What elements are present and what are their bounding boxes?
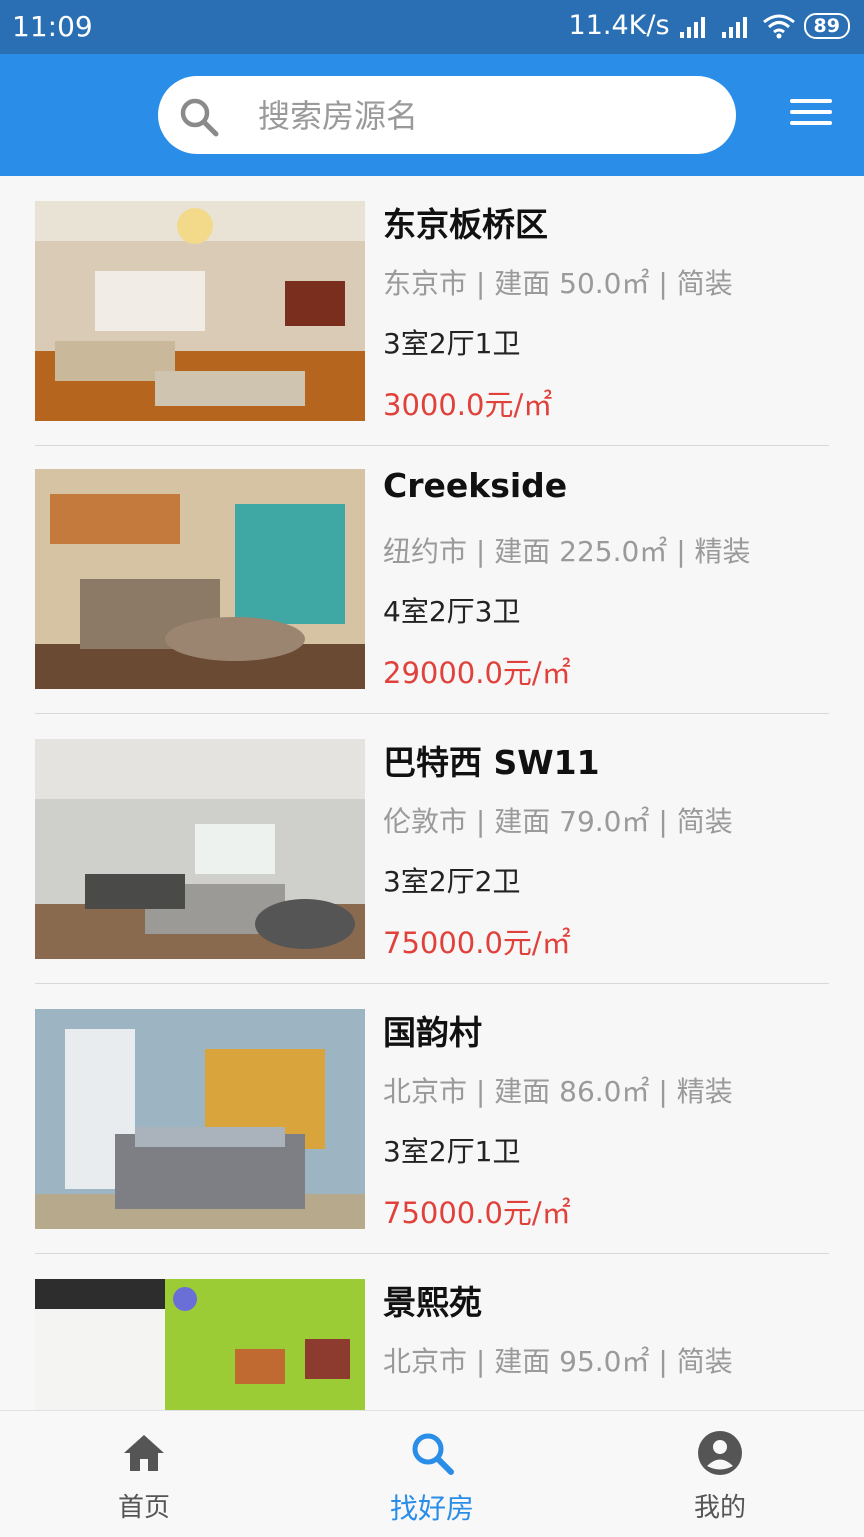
nav-home-label: 首页 — [117, 1493, 170, 1523]
list-item[interactable]: 景熙苑 北京市 | 建面 95.0㎡ | 简装 — [35, 1254, 829, 1410]
wifi-icon — [762, 14, 795, 38]
listing-list[interactable]: 东京板桥区 东京市 | 建面 50.0㎡ | 简装 3室2厅1卫 3000.0元… — [0, 176, 864, 1410]
nav-home[interactable]: 首页 — [0, 1411, 288, 1537]
nav-find-label: 找好房 — [389, 1492, 474, 1525]
listing-title: 巴特西 SW11 — [383, 743, 600, 782]
network-speed: 11.4K/s — [568, 10, 670, 41]
status-indicators: 11.4K/s 89 — [569, 10, 850, 41]
listing-price: 29000.0元/㎡ — [383, 656, 571, 690]
listing-title: Creekside — [383, 466, 568, 505]
user-icon — [698, 1431, 742, 1475]
signal-icon-2 — [721, 16, 747, 38]
nav-find[interactable]: 找好房 — [288, 1411, 576, 1537]
listing-price: 75000.0元/㎡ — [383, 926, 571, 960]
listing-photo — [35, 1009, 365, 1229]
signal-icon — [679, 16, 705, 38]
listing-meta: 伦敦市 | 建面 79.0㎡ | 简装 — [383, 805, 733, 838]
listing-title: 景熙苑 — [383, 1283, 482, 1322]
list-item[interactable]: 东京板桥区 东京市 | 建面 50.0㎡ | 简装 3室2厅1卫 3000.0元… — [35, 176, 829, 446]
listing-photo — [35, 469, 365, 689]
listing-meta: 北京市 | 建面 86.0㎡ | 精装 — [383, 1075, 733, 1108]
listing-title: 东京板桥区 — [383, 205, 548, 244]
listing-photo — [35, 201, 365, 421]
search-input[interactable] — [256, 90, 720, 142]
list-item[interactable]: 巴特西 SW11 伦敦市 | 建面 79.0㎡ | 简装 3室2厅2卫 7500… — [35, 714, 829, 984]
listing-layout: 3室2厅1卫 — [383, 1135, 521, 1168]
nav-mine-label: 我的 — [693, 1493, 746, 1523]
search-box[interactable] — [158, 76, 736, 154]
list-item[interactable]: 国韵村 北京市 | 建面 86.0㎡ | 精装 3室2厅1卫 75000.0元/… — [35, 984, 829, 1254]
status-bar: 11:09 11.4K/s 89 — [0, 0, 864, 54]
menu-icon[interactable] — [790, 99, 832, 131]
listing-layout: 3室2厅1卫 — [383, 327, 521, 360]
nav-mine[interactable]: 我的 — [576, 1411, 864, 1537]
status-time: 11:09 — [12, 10, 93, 43]
battery-indicator: 89 — [803, 12, 850, 39]
listing-layout: 4室2厅3卫 — [383, 595, 521, 628]
listing-layout: 3室2厅2卫 — [383, 865, 521, 898]
listing-price: 3000.0元/㎡ — [383, 388, 553, 422]
listing-photo — [35, 739, 365, 959]
search-icon — [180, 98, 219, 137]
listing-meta: 东京市 | 建面 50.0㎡ | 简装 — [383, 267, 733, 300]
listing-photo — [35, 1279, 365, 1410]
listing-title: 国韵村 — [383, 1013, 482, 1052]
listing-price: 75000.0元/㎡ — [383, 1196, 571, 1230]
list-item[interactable]: Creekside 纽约市 | 建面 225.0㎡ | 精装 4室2厅3卫 29… — [35, 444, 829, 714]
search-icon — [412, 1433, 454, 1475]
listing-meta: 北京市 | 建面 95.0㎡ | 简装 — [383, 1345, 733, 1378]
bottom-nav: 首页 找好房 我的 — [0, 1410, 864, 1537]
listing-meta: 纽约市 | 建面 225.0㎡ | 精装 — [383, 535, 751, 568]
app-header — [0, 54, 864, 176]
home-icon — [124, 1435, 164, 1471]
